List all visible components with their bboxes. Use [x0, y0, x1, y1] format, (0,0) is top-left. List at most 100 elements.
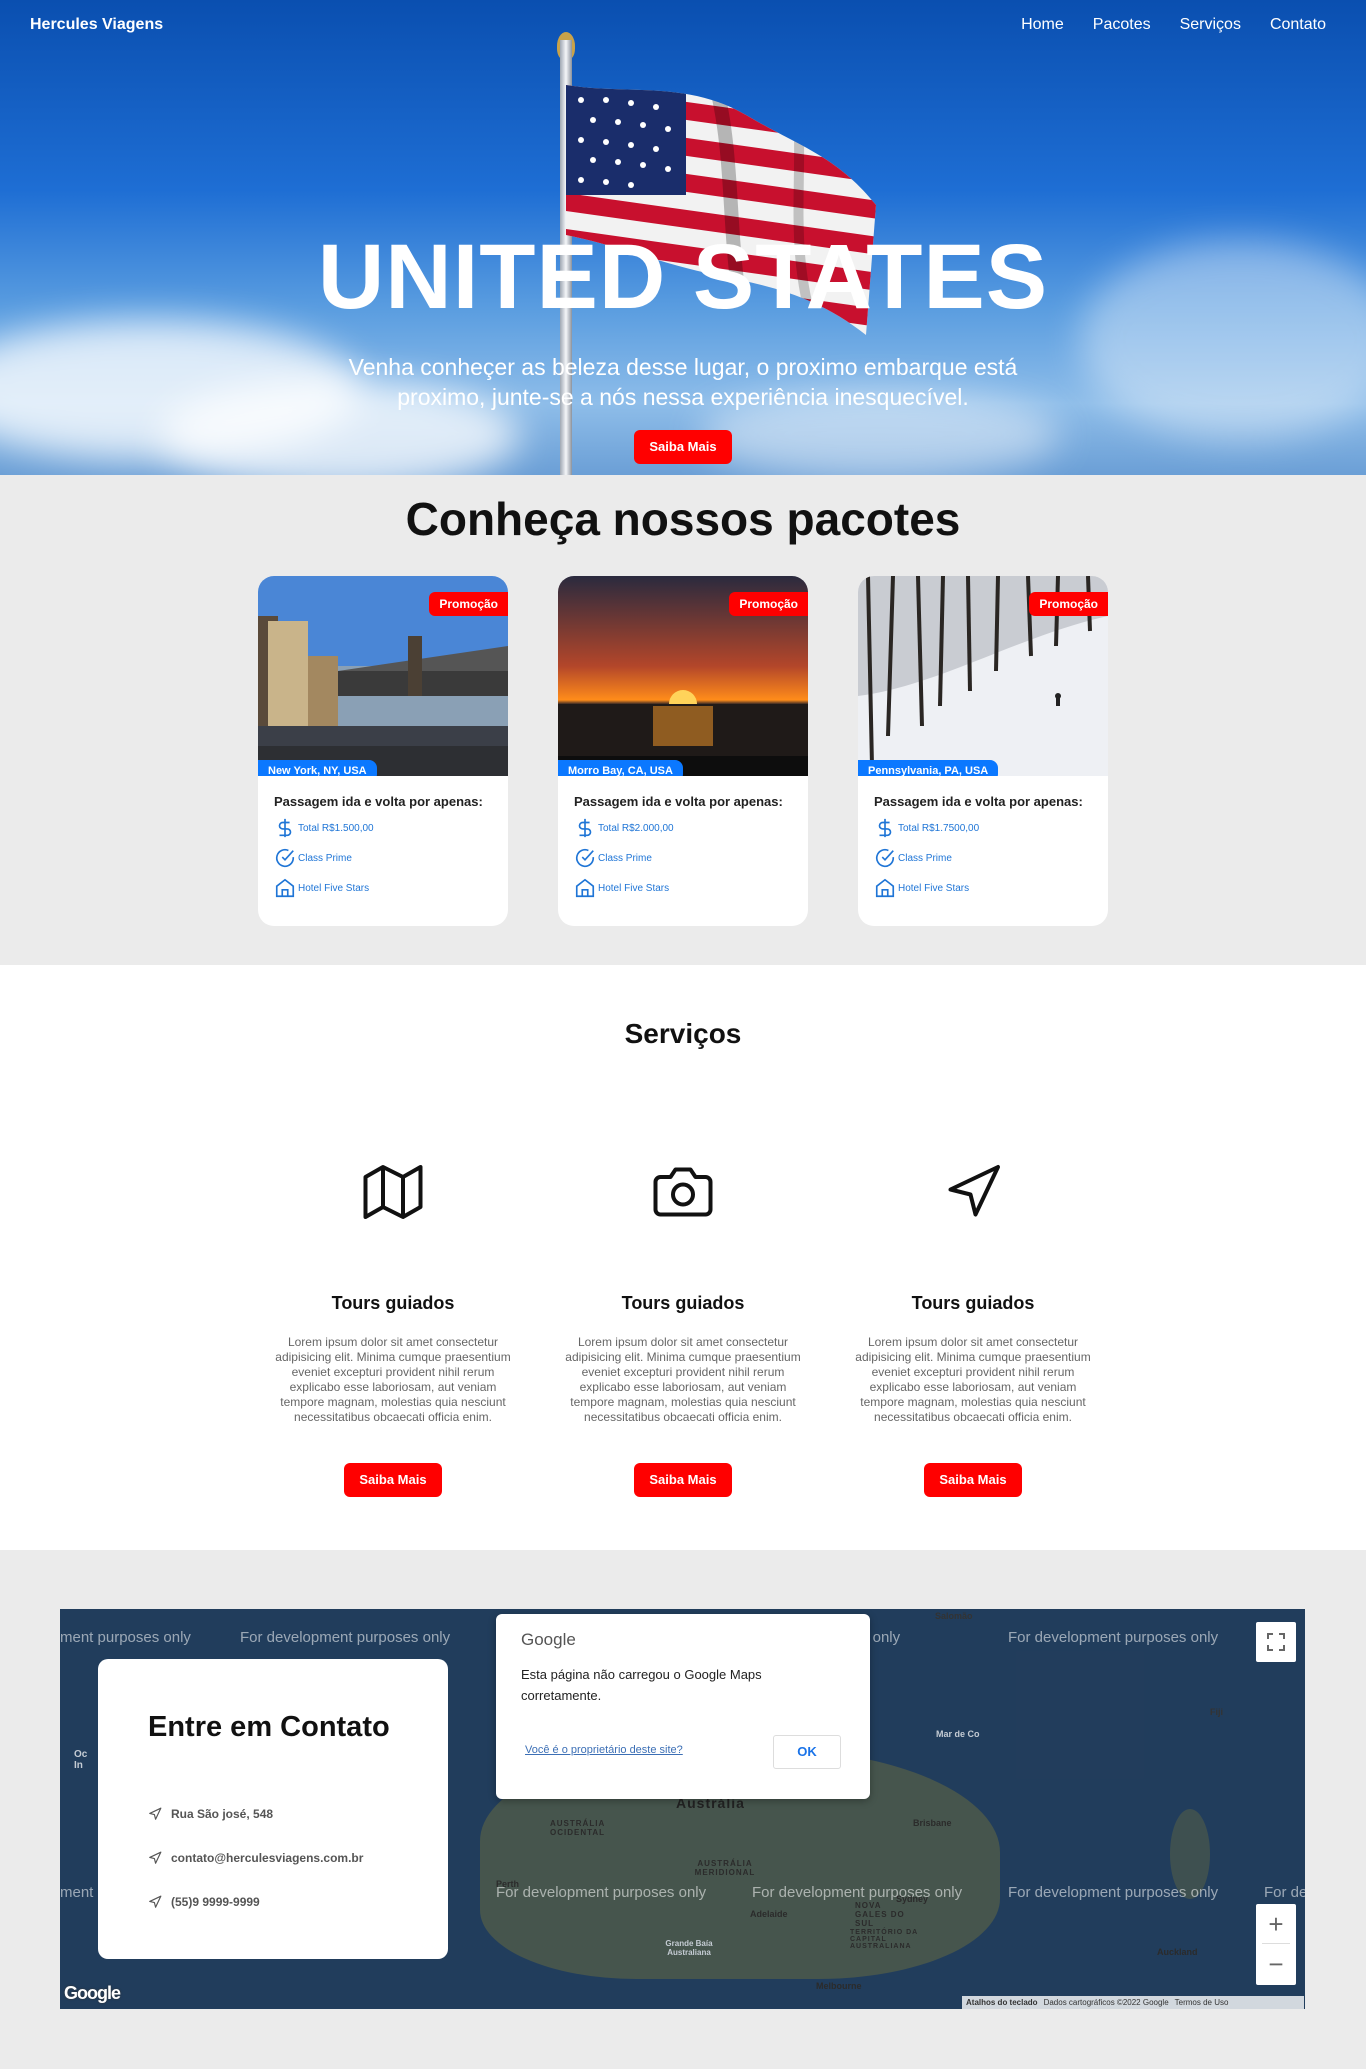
package-hotel-row: Hotel Five Stars: [274, 877, 508, 899]
navigation-icon: [149, 1851, 162, 1864]
package-card[interactable]: Promoção New York, NY, USA Passagem ida …: [258, 576, 508, 926]
maps-error-message: Esta página não carregou o Google Maps c…: [521, 1667, 762, 1703]
package-hotel-row: Hotel Five Stars: [574, 877, 808, 899]
package-price: Total R$2.000,00: [598, 822, 674, 834]
nav-link-contato[interactable]: Contato: [1270, 16, 1326, 34]
package-card[interactable]: Promoção Pennsylvania, PA, USA Passagem …: [858, 576, 1108, 926]
package-headline: Passagem ida e volta por apenas:: [574, 794, 783, 809]
service-saiba-mais-button[interactable]: Saiba Mais: [344, 1463, 442, 1497]
package-price-row: Total R$2.000,00: [574, 817, 808, 839]
main-nav: Home Pacotes Serviços Contato: [1021, 16, 1326, 34]
package-price-row: Total R$1.500,00: [274, 817, 508, 839]
service-description: Lorem ipsum dolor sit amet consectetur a…: [275, 1335, 511, 1424]
map-city-label: Perth: [496, 1879, 520, 1889]
map-city-label: Sydney: [896, 1894, 929, 1904]
map-watermark: For de: [1264, 1884, 1305, 1901]
check-circle-icon: [575, 849, 595, 867]
service-saiba-mais-button[interactable]: Saiba Mais: [924, 1463, 1022, 1497]
package-class-row: Class Prime: [874, 847, 1108, 869]
package-card[interactable]: Promoção Morro Bay, CA, USA Passagem ida…: [558, 576, 808, 926]
package-class: Class Prime: [598, 852, 652, 864]
map-label: Salomão: [935, 1611, 973, 1621]
dollar-icon: [278, 818, 292, 838]
package-class: Class Prime: [298, 852, 352, 864]
map-label: TERRITÓRIO DA CAPITAL AUSTRALIANA: [850, 1929, 918, 1950]
map-label: Fiji: [1210, 1707, 1223, 1717]
package-price: Total R$1.500,00: [298, 822, 374, 834]
check-circle-icon: [275, 849, 295, 867]
location-badge: New York, NY, USA: [258, 760, 377, 776]
contact-email: contato@herculesviagens.com.br: [148, 1851, 363, 1865]
service-title: Tours guiados: [621, 1293, 745, 1313]
contact-phone-text[interactable]: (55)9 9999-9999: [171, 1895, 260, 1909]
home-icon: [875, 878, 895, 898]
package-hotel: Hotel Five Stars: [898, 882, 970, 894]
service-title: Tours guiados: [331, 1293, 455, 1313]
promo-badge: Promoção: [729, 592, 808, 616]
package-hotel: Hotel Five Stars: [598, 882, 670, 894]
hero-subtitle: Venha conheçer as beleza desse lugar, o …: [348, 354, 1018, 410]
dollar-icon: [878, 818, 892, 838]
google-logo[interactable]: Google: [64, 1983, 121, 2004]
map-data-credit: Dados cartográficos ©2022 Google: [1043, 1998, 1169, 2007]
ok-button[interactable]: OK: [773, 1735, 841, 1769]
home-icon: [575, 878, 595, 898]
hero-section: Hercules Viagens Home Pacotes Serviços C…: [0, 0, 1366, 475]
contact-address: Rua São josé, 548: [148, 1807, 273, 1821]
package-image-new-york: Promoção New York, NY, USA: [258, 576, 508, 776]
brand-logo[interactable]: Hercules Viagens: [30, 16, 163, 34]
google-dialog-logo: Google: [521, 1630, 576, 1649]
promo-badge: Promoção: [1029, 592, 1108, 616]
check-circle-icon: [875, 849, 895, 867]
map-watermark: For development purposes only: [240, 1629, 451, 1646]
map-watermark: For development purposes only: [752, 1884, 963, 1901]
map-label: Mar de Co: [936, 1729, 980, 1739]
map-watermark: For development purposes only: [1008, 1884, 1219, 1901]
camera-icon: [653, 1167, 713, 1217]
site-owner-link[interactable]: Você é o proprietário deste site?: [525, 1744, 683, 1756]
package-price: Total R$1.7500,00: [898, 822, 980, 834]
navigation-icon: [149, 1807, 162, 1820]
contact-phone: (55)9 9999-9999: [148, 1895, 260, 1909]
home-icon: [275, 878, 295, 898]
map-watermark: For development purposes only: [496, 1884, 707, 1901]
map-zoom-control: + −: [1256, 1904, 1296, 1985]
nav-link-home[interactable]: Home: [1021, 16, 1064, 34]
hero-saiba-mais-button[interactable]: Saiba Mais: [634, 430, 732, 464]
services-title: Serviços: [624, 1018, 742, 1049]
package-image-pennsylvania: Promoção Pennsylvania, PA, USA: [858, 576, 1108, 776]
keyboard-shortcuts-link[interactable]: Atalhos do teclado: [966, 1998, 1038, 2007]
promo-badge: Promoção: [429, 592, 508, 616]
fullscreen-icon: [1267, 1633, 1285, 1651]
package-class-row: Class Prime: [274, 847, 508, 869]
terms-link[interactable]: Termos de Uso: [1175, 1998, 1229, 2007]
dollar-icon: [578, 818, 592, 838]
service-description: Lorem ipsum dolor sit amet consectetur a…: [855, 1335, 1091, 1424]
map-label: AUSTRÁLIA MERIDIONAL: [694, 1859, 756, 1877]
nav-link-pacotes[interactable]: Pacotes: [1093, 16, 1151, 34]
contact-email-text[interactable]: contato@herculesviagens.com.br: [171, 1851, 363, 1865]
map-icon: [363, 1165, 423, 1219]
contact-address-text: Rua São josé, 548: [171, 1807, 274, 1821]
services-section: Serviços Tours guiados Lorem ipsum dolor…: [0, 965, 1366, 1550]
map-fullscreen-button[interactable]: [1256, 1622, 1296, 1662]
service-saiba-mais-button[interactable]: Saiba Mais: [634, 1463, 732, 1497]
package-hotel-row: Hotel Five Stars: [874, 877, 1108, 899]
location-badge: Morro Bay, CA, USA: [558, 760, 683, 776]
contact-title: Entre em Contato: [148, 1711, 390, 1743]
map-city-label: Adelaide: [750, 1909, 788, 1919]
navigation-icon: [149, 1895, 162, 1908]
zoom-in-button[interactable]: +: [1268, 1905, 1283, 1943]
hero-title: UNITED STATES: [317, 226, 1049, 328]
package-price-row: Total R$1.7500,00: [874, 817, 1108, 839]
zoom-out-button[interactable]: −: [1268, 1944, 1283, 1984]
package-hotel: Hotel Five Stars: [298, 882, 370, 894]
package-headline: Passagem ida e volta por apenas:: [274, 794, 483, 809]
map-label: NOVA GALES DO SUL: [855, 1901, 905, 1928]
service-title: Tours guiados: [911, 1293, 1035, 1313]
package-headline: Passagem ida e volta por apenas:: [874, 794, 1083, 809]
navigation-icon: [948, 1165, 1000, 1217]
nav-link-servicos[interactable]: Serviços: [1180, 16, 1241, 34]
map-city-label: Melbourne: [816, 1981, 862, 1991]
map-label: Grande Baía Australiana: [665, 1939, 713, 1957]
